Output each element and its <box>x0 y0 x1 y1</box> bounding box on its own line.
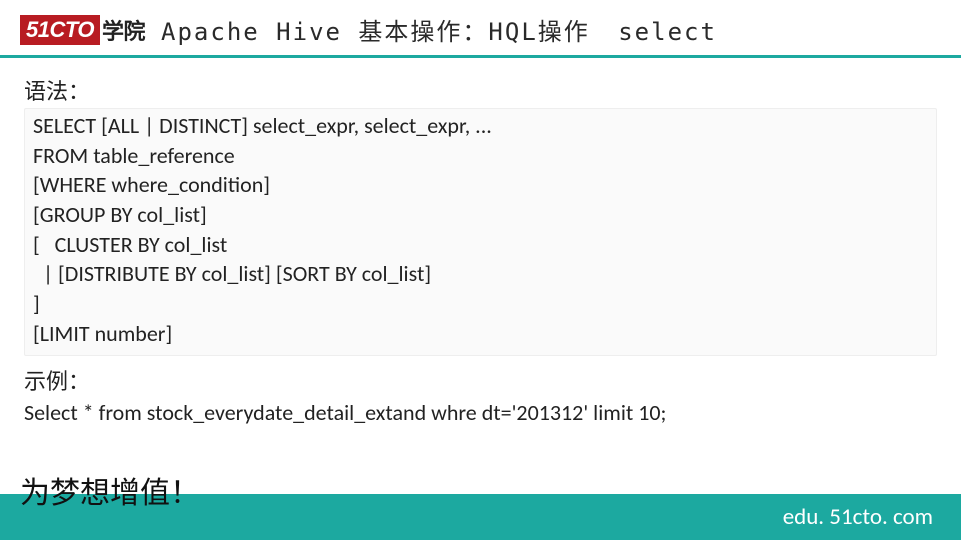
title-main: Apache Hive 基本操作：HQL操作 <box>161 18 590 46</box>
footer-url: edu. 51cto. com <box>783 503 933 531</box>
syntax-line: [LIMIT number] <box>33 319 928 349</box>
title-keyword: select <box>618 18 717 46</box>
syntax-line: [ CLUSTER BY col_list <box>33 230 928 260</box>
syntax-line: | [DISTRIBUTE BY col_list] [SORT BY col_… <box>33 259 928 289</box>
syntax-line: [GROUP BY col_list] <box>33 200 928 230</box>
slide-page: 51CTO学院 Apache Hive 基本操作：HQL操作 select 语法… <box>0 0 961 540</box>
page-title: Apache Hive 基本操作：HQL操作 select <box>161 12 717 47</box>
logo-suffix: 学院 <box>100 14 147 46</box>
header: 51CTO学院 Apache Hive 基本操作：HQL操作 select <box>0 0 961 55</box>
example-label: 示例： <box>24 364 937 396</box>
syntax-box: SELECT [ALL | DISTINCT] select_expr, sel… <box>24 108 937 356</box>
syntax-label: 语法： <box>24 74 937 106</box>
syntax-line: ] <box>33 289 928 319</box>
logo: 51CTO学院 <box>20 14 147 46</box>
logo-brand: 51CTO <box>20 15 100 45</box>
syntax-line: FROM table_reference <box>33 141 928 171</box>
slogan-text: 为梦想增值！ <box>20 468 200 512</box>
syntax-line: [WHERE where_condition] <box>33 170 928 200</box>
example-line: Select * from stock_everydate_detail_ext… <box>24 398 937 428</box>
syntax-line: SELECT [ALL | DISTINCT] select_expr, sel… <box>33 111 928 141</box>
